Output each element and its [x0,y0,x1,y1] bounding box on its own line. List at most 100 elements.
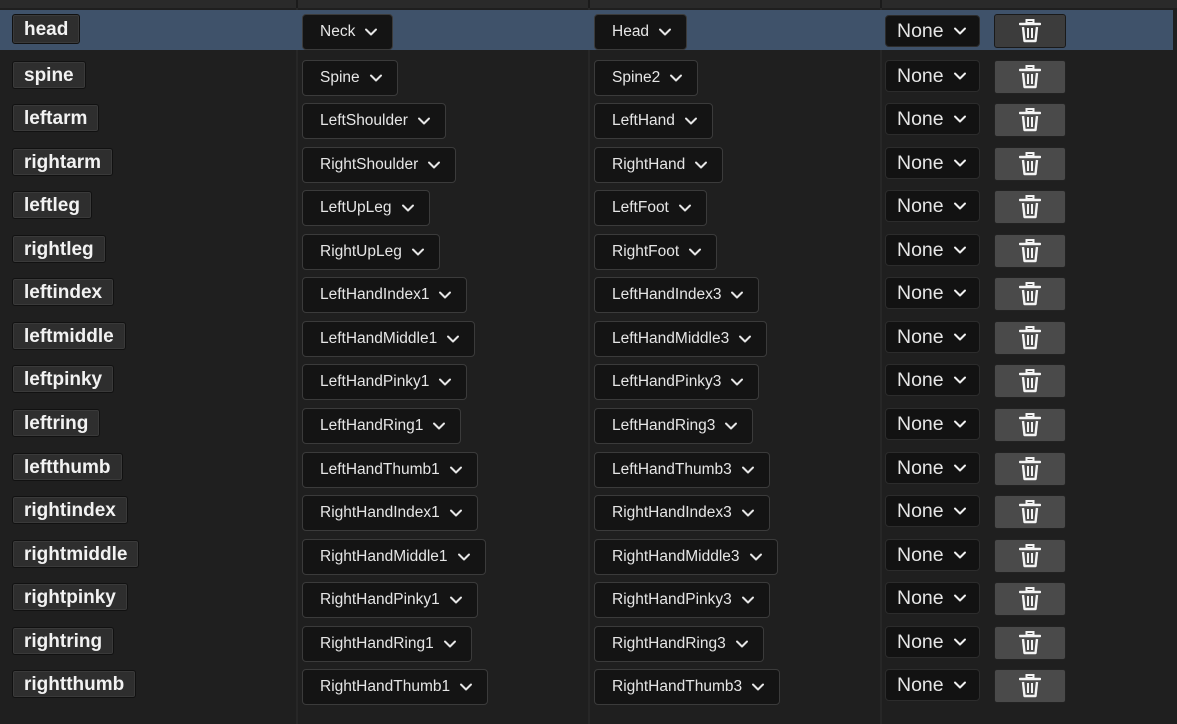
header-divider[interactable] [880,0,882,8]
source-bone-dropdown[interactable]: LeftHandMiddle1 [302,320,476,357]
source-bone-dropdown[interactable]: RightShoulder [302,146,457,183]
axis-dropdown[interactable]: None [885,103,980,136]
mapping-row[interactable]: leftring LeftHandRing1 LeftHandRing3 Non… [0,402,1173,444]
bone-name-label[interactable]: rightarm [12,147,114,176]
bone-name-label[interactable]: leftarm [12,104,100,133]
delete-row-button[interactable] [994,625,1066,660]
axis-dropdown[interactable]: None [885,146,980,179]
mapping-row[interactable]: spine Spine Spine2 None [0,54,1173,96]
axis-dropdown[interactable]: None [885,451,980,484]
delete-row-button[interactable] [994,495,1066,530]
mapping-row[interactable]: leftarm LeftShoulder LeftHand None [0,97,1173,140]
bone-name-label[interactable]: rightpinky [12,583,128,612]
delete-row-button[interactable] [994,233,1066,268]
delete-row-button[interactable] [994,407,1066,442]
target-bone-value: LeftHand [612,112,675,130]
delete-row-button[interactable] [994,277,1066,312]
target-bone-dropdown[interactable]: RightFoot [594,233,718,270]
bone-name-label[interactable]: leftmiddle [12,321,126,350]
target-bone-dropdown[interactable]: Head [594,14,688,50]
axis-dropdown[interactable]: None [885,59,980,92]
target-bone-dropdown[interactable]: RightHand [594,146,724,183]
axis-dropdown[interactable]: None [885,669,980,702]
axis-dropdown[interactable]: None [885,190,980,223]
bone-name-label[interactable]: rightindex [12,496,128,525]
target-bone-dropdown[interactable]: RightHandThumb3 [594,669,781,706]
delete-row-button[interactable] [994,14,1066,48]
target-bone-dropdown[interactable]: RightHandIndex3 [594,495,770,532]
target-bone-dropdown[interactable]: LeftFoot [594,190,707,227]
delete-row-button[interactable] [994,364,1066,399]
source-bone-dropdown[interactable]: LeftHandRing1 [302,407,462,444]
mapping-row[interactable]: head Neck Head None [0,10,1173,50]
mapping-row[interactable]: rightthumb RightHandThumb1 RightHandThum… [0,663,1173,706]
target-bone-dropdown[interactable]: LeftHandRing3 [594,407,754,444]
source-bone-dropdown[interactable]: LeftUpLeg [302,190,430,227]
mapping-row[interactable]: rightindex RightHandIndex1 RightHandInde… [0,489,1173,532]
mapping-row[interactable]: leftpinky LeftHandPinky1 LeftHandPinky3 … [0,358,1173,401]
delete-row-button[interactable] [994,59,1066,94]
source-bone-dropdown[interactable]: RightHandMiddle1 [302,538,486,575]
bone-name-label[interactable]: leftring [12,408,101,437]
axis-dropdown[interactable]: None [885,495,980,528]
delete-row-button[interactable] [994,146,1066,181]
axis-dropdown[interactable]: None [885,625,980,658]
bone-name-label[interactable]: leftpinky [12,365,115,394]
delete-row-button[interactable] [994,320,1066,355]
source-bone-dropdown[interactable]: RightHandRing1 [302,625,472,662]
source-bone-dropdown[interactable]: LeftHandThumb1 [302,451,478,488]
bone-name-label[interactable]: rightleg [12,234,106,263]
bone-name-label[interactable]: head [12,14,81,44]
bone-name-label[interactable]: leftindex [12,278,115,307]
mapping-row[interactable]: leftmiddle LeftHandMiddle1 LeftHandMiddl… [0,315,1173,357]
mapping-row[interactable]: leftindex LeftHandIndex1 LeftHandIndex3 … [0,271,1173,314]
target-bone-dropdown[interactable]: LeftHandPinky3 [594,364,760,401]
mapping-row[interactable]: leftleg LeftUpLeg LeftFoot None [0,184,1173,227]
mapping-row[interactable]: rightarm RightShoulder RightHand None [0,141,1173,183]
axis-dropdown[interactable]: None [885,538,980,571]
source-bone-dropdown[interactable]: RightHandIndex1 [302,495,478,532]
target-bone-dropdown[interactable]: LeftHand [594,103,713,140]
axis-dropdown[interactable]: None [885,364,980,397]
target-bone-dropdown[interactable]: RightHandRing3 [594,625,764,662]
axis-dropdown[interactable]: None [885,233,980,266]
axis-dropdown[interactable]: None [885,320,980,353]
bone-name-label[interactable]: leftleg [12,191,92,220]
source-bone-dropdown[interactable]: RightHandThumb1 [302,669,489,706]
bone-name-label[interactable]: leftthumb [12,452,123,481]
mapping-row[interactable]: rightring RightHandRing1 RightHandRing3 … [0,620,1173,662]
bone-name-label[interactable]: rightthumb [12,670,137,699]
target-bone-dropdown[interactable]: LeftHandIndex3 [594,277,760,314]
mapping-row[interactable]: rightleg RightUpLeg RightFoot None [0,228,1173,270]
target-bone-dropdown[interactable]: LeftHandMiddle3 [594,320,768,357]
axis-dropdown[interactable]: None [885,407,980,440]
target-bone-dropdown[interactable]: Spine2 [594,59,699,96]
axis-dropdown[interactable]: None [885,15,980,47]
source-bone-dropdown[interactable]: Neck [302,14,394,50]
target-bone-dropdown[interactable]: RightHandPinky3 [594,582,770,619]
axis-dropdown[interactable]: None [885,582,980,615]
source-bone-dropdown[interactable]: LeftShoulder [302,103,446,140]
mapping-row[interactable]: leftthumb LeftHandThumb1 LeftHandThumb3 … [0,446,1173,488]
bone-name-label[interactable]: rightring [12,626,115,655]
source-bone-dropdown[interactable]: LeftHandPinky1 [302,364,468,401]
target-bone-dropdown[interactable]: LeftHandThumb3 [594,451,770,488]
delete-row-button[interactable] [994,669,1066,704]
bone-name-label[interactable]: rightmiddle [12,539,140,568]
header-divider[interactable] [296,0,298,8]
source-bone-dropdown[interactable]: LeftHandIndex1 [302,277,468,314]
axis-dropdown[interactable]: None [885,277,980,310]
delete-row-button[interactable] [994,582,1066,617]
delete-row-button[interactable] [994,190,1066,225]
delete-row-button[interactable] [994,451,1066,486]
mapping-row[interactable]: rightpinky RightHandPinky1 RightHandPink… [0,576,1173,619]
bone-name-label[interactable]: spine [12,60,86,89]
source-bone-dropdown[interactable]: RightUpLeg [302,233,440,270]
delete-row-button[interactable] [994,538,1066,573]
header-divider[interactable] [588,0,590,8]
mapping-row[interactable]: rightmiddle RightHandMiddle1 RightHandMi… [0,533,1173,575]
target-bone-dropdown[interactable]: RightHandMiddle3 [594,538,778,575]
source-bone-dropdown[interactable]: RightHandPinky1 [302,582,478,619]
source-bone-dropdown[interactable]: Spine [302,59,398,96]
delete-row-button[interactable] [994,103,1066,138]
